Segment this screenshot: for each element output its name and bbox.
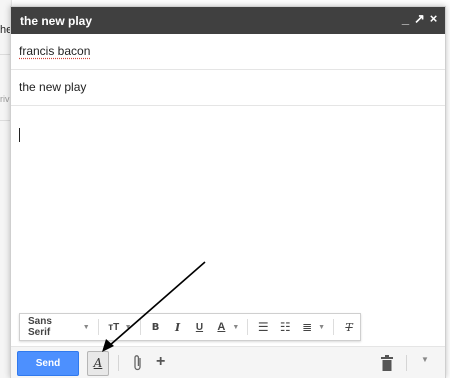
send-button[interactable]: Send [17,351,79,376]
message-body[interactable] [11,106,445,346]
action-divider [118,355,119,371]
align-icon[interactable]: ≣ [296,320,318,334]
remove-formatting-icon[interactable]: T [338,321,360,334]
numbered-list-icon[interactable]: ☰ [252,320,274,334]
compose-title: the new play [20,14,93,28]
trash-icon[interactable] [381,355,393,371]
paperclip-icon[interactable] [132,354,144,372]
italic-button[interactable]: I [167,321,189,334]
formatting-toolbar: Sans Serif ▼ тT ▼ B I U A ▼ ☰ ☷ ≣ ▼ T [19,313,361,341]
toolbar-divider [97,319,99,335]
chevron-down-icon[interactable]: ▼ [421,355,429,364]
formatting-options-button[interactable]: A [87,351,109,376]
font-select[interactable]: Sans Serif [20,316,83,338]
text-color-button[interactable]: A [210,321,232,333]
popout-icon[interactable]: ↗ [414,11,425,27]
chevron-down-icon[interactable]: ▼ [125,324,132,331]
toolbar-divider [247,319,249,335]
underline-button[interactable]: U [188,322,210,333]
window-controls: _ ↗ × [400,11,439,27]
text-cursor [19,128,20,142]
toolbar-divider [139,319,141,335]
toolbar-divider [333,319,335,335]
plus-icon[interactable]: + [156,353,165,371]
to-field[interactable]: francis bacon [11,34,445,70]
compose-window: the new play _ ↗ × francis bacon the new… [10,6,446,378]
close-icon[interactable]: × [428,11,439,27]
font-size-button[interactable]: тT [103,322,125,333]
subject-text: the new play [19,80,87,94]
compose-titlebar[interactable]: the new play _ ↗ × [11,7,445,34]
chevron-down-icon[interactable]: ▼ [83,324,90,331]
compose-action-bar: Send A + ▼ [11,346,445,378]
bold-button[interactable]: B [145,322,167,333]
minimize-icon[interactable]: _ [400,11,411,27]
chevron-down-icon[interactable]: ▼ [318,324,325,331]
bulleted-list-icon[interactable]: ☷ [274,320,296,334]
subject-field[interactable]: the new play [11,70,445,106]
chevron-down-icon[interactable]: ▼ [232,324,239,331]
to-recipient: francis bacon [19,44,91,58]
action-divider [406,355,407,371]
